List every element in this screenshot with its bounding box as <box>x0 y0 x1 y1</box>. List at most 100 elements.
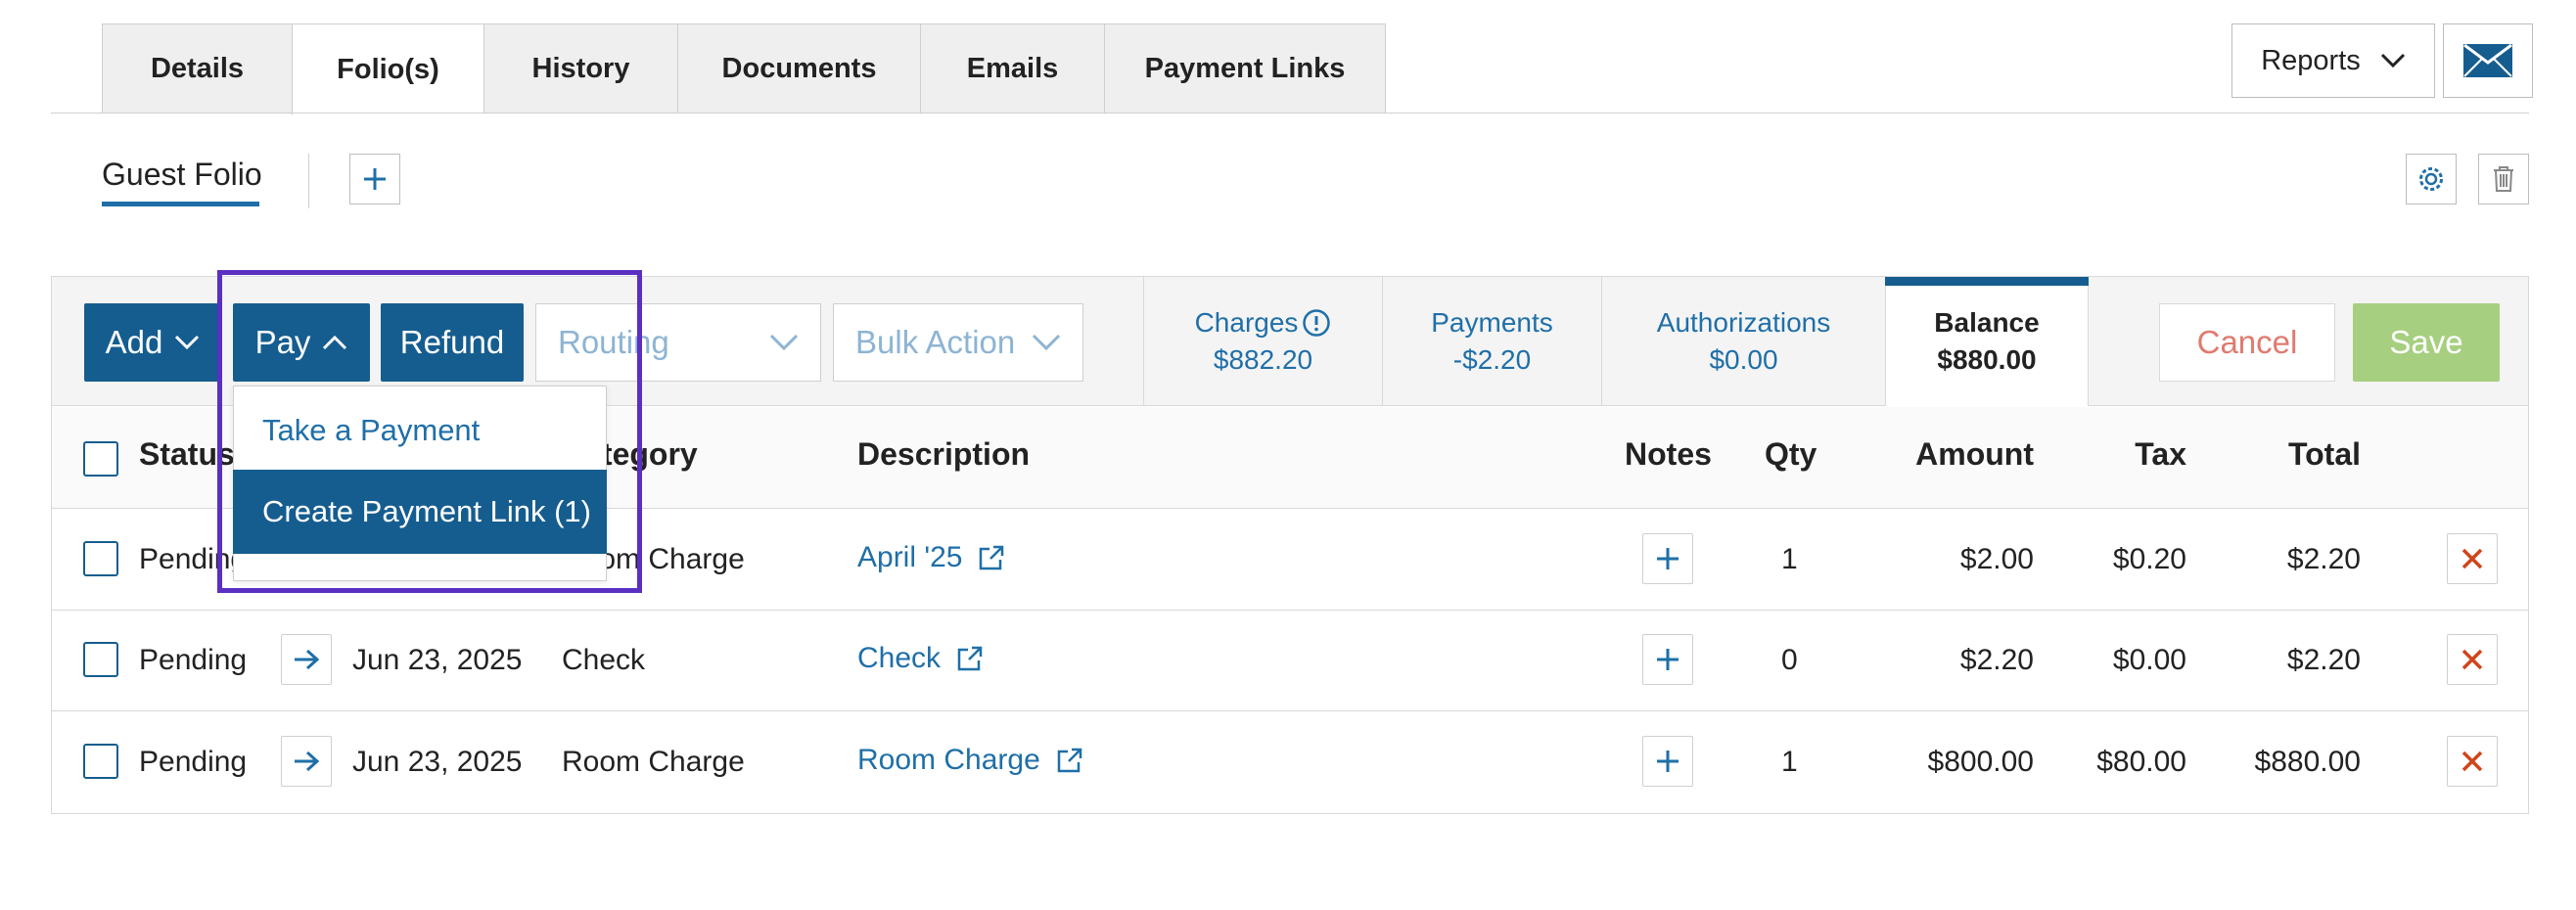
info-icon[interactable] <box>1302 308 1331 338</box>
row-status: Pending <box>139 746 248 778</box>
row-qty: 1 <box>1781 543 1798 575</box>
bulk-action-placeholder: Bulk Action <box>855 324 1016 360</box>
row-description-link[interactable]: Check <box>857 642 984 675</box>
row-description: Room Charge <box>857 744 1040 776</box>
column-qty[interactable]: Qty <box>1765 436 1817 473</box>
add-note-button[interactable] <box>1642 736 1693 787</box>
row-total: $880.00 <box>2254 746 2361 778</box>
tab-label: Details <box>150 52 245 84</box>
chevron-down-icon <box>1032 334 1061 351</box>
payments-label: Payments <box>1431 307 1553 338</box>
row-tax: $0.20 <box>2112 543 2186 575</box>
plus-icon <box>364 168 386 190</box>
row-qty: 1 <box>1781 746 1798 778</box>
envelope-icon <box>2463 44 2512 77</box>
external-link-icon <box>1057 748 1082 773</box>
authorizations-label: Authorizations <box>1656 307 1831 338</box>
reports-dropdown[interactable]: Reports <box>2231 23 2435 98</box>
row-qty: 0 <box>1781 644 1798 676</box>
external-link-icon <box>980 545 1004 570</box>
tabs-divider <box>51 113 2529 114</box>
tab-emails[interactable]: Emails <box>920 23 1104 114</box>
authorizations-summary: Authorizations $0.00 <box>1601 277 1885 406</box>
row-status: Pending <box>139 644 248 676</box>
tab-label: Folio(s) <box>337 53 439 85</box>
column-tax[interactable]: Tax <box>2055 436 2186 473</box>
tab-label: Payment Links <box>1144 52 1346 84</box>
folio-tab-guest[interactable]: Guest Folio <box>102 157 262 193</box>
tab-folios[interactable]: Folio(s) <box>292 23 483 115</box>
row-amount: $800.00 <box>1927 746 2034 778</box>
balance-summary: Balance $880.00 <box>1885 277 2089 406</box>
tab-label: History <box>531 52 630 84</box>
row-checkbox[interactable] <box>83 541 118 576</box>
row-description: April '25 <box>857 541 963 573</box>
folio-divider <box>308 154 309 208</box>
column-notes: Notes <box>1625 436 1712 472</box>
folio-active-indicator <box>102 202 259 206</box>
tab-label: Documents <box>721 52 877 84</box>
folio-tabs: Details Folio(s) History Documents Email… <box>102 23 1386 115</box>
cancel-button[interactable]: Cancel <box>2159 303 2335 382</box>
plus-icon <box>1657 649 1679 670</box>
folio-settings-button[interactable] <box>2406 154 2457 205</box>
plus-icon <box>1657 751 1679 772</box>
authorizations-value: $0.00 <box>1709 344 1778 375</box>
payments-value: -$2.20 <box>1452 344 1532 375</box>
row-description-link[interactable]: Room Charge <box>857 744 1083 777</box>
add-button[interactable]: Add <box>84 303 221 382</box>
row-amount: $2.00 <box>1959 543 2034 575</box>
transfer-button[interactable] <box>281 736 332 787</box>
row-category: Check <box>562 644 646 676</box>
row-checkbox[interactable] <box>83 744 118 779</box>
chevron-down-icon <box>2380 53 2405 68</box>
transfer-button[interactable] <box>281 634 332 685</box>
balance-label: Balance <box>1934 307 2040 338</box>
close-icon <box>2461 751 2483 772</box>
highlight-box <box>217 270 642 593</box>
row-date: Jun 23, 2025 <box>352 746 523 778</box>
add-folio-button[interactable] <box>349 154 400 205</box>
column-amount[interactable]: Amount <box>1860 436 2034 473</box>
row-date: Jun 23, 2025 <box>352 644 523 676</box>
add-note-button[interactable] <box>1642 533 1693 584</box>
row-checkbox[interactable] <box>83 642 118 677</box>
row-total: $2.20 <box>2286 543 2361 575</box>
external-link-icon <box>957 646 983 671</box>
balance-value: $880.00 <box>1937 344 2037 375</box>
chevron-down-icon <box>769 334 799 351</box>
chevron-down-icon <box>175 335 200 350</box>
payments-summary: Payments -$2.20 <box>1382 277 1601 406</box>
row-amount: $2.20 <box>1959 644 2034 676</box>
delete-row-button[interactable] <box>2447 533 2498 584</box>
row-description: Check <box>857 642 942 674</box>
save-button[interactable]: Save <box>2353 303 2500 382</box>
row-divider <box>52 710 2528 711</box>
charges-value: $882.20 <box>1213 344 1313 375</box>
arrow-right-icon <box>295 751 320 772</box>
add-note-button[interactable] <box>1642 634 1693 685</box>
tab-label: Emails <box>966 52 1059 84</box>
close-icon <box>2461 548 2483 569</box>
close-icon <box>2461 649 2483 670</box>
balance-active-indicator <box>1885 277 2089 286</box>
tab-details[interactable]: Details <box>102 23 292 114</box>
row-category: Room Charge <box>562 746 745 778</box>
bulk-action-select[interactable]: Bulk Action <box>833 303 1083 382</box>
select-all-checkbox[interactable] <box>83 441 118 477</box>
trash-icon <box>2494 166 2513 192</box>
gear-icon <box>2419 167 2443 191</box>
row-tax: $0.00 <box>2112 644 2186 676</box>
row-description-link[interactable]: April '25 <box>857 541 1005 574</box>
row-divider <box>52 610 2528 611</box>
plus-icon <box>1657 548 1679 569</box>
tab-history[interactable]: History <box>483 23 677 114</box>
column-description[interactable]: Description <box>857 436 1030 473</box>
delete-row-button[interactable] <box>2447 736 2498 787</box>
delete-folio-button[interactable] <box>2478 154 2529 205</box>
tab-documents[interactable]: Documents <box>677 23 920 114</box>
email-button[interactable] <box>2443 23 2533 98</box>
column-total[interactable]: Total <box>2202 436 2361 473</box>
tab-payment-links[interactable]: Payment Links <box>1104 23 1386 114</box>
delete-row-button[interactable] <box>2447 634 2498 685</box>
